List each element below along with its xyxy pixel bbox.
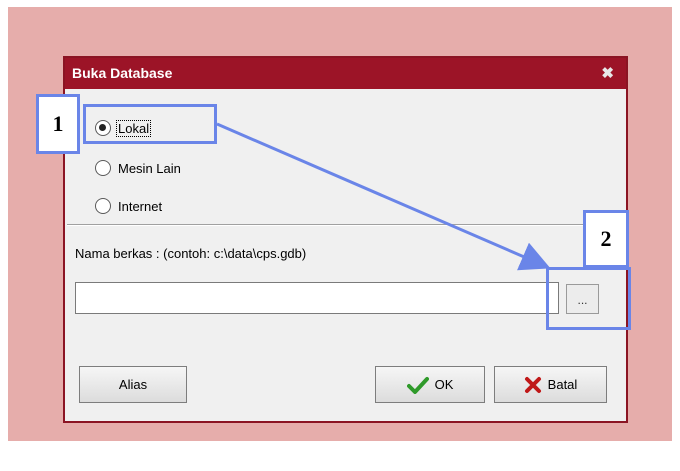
alias-button[interactable]: Alias: [79, 366, 187, 403]
cross-icon: [524, 376, 541, 393]
annotation-number-2: 2: [583, 210, 629, 268]
filename-label: Nama berkas : (contoh: c:\data\cps.gdb): [75, 246, 307, 261]
alias-button-label: Alias: [118, 377, 148, 392]
annotation-number-1: 1: [36, 94, 80, 154]
radio-other-machine[interactable]: Mesin Lain: [95, 157, 182, 179]
radio-internet[interactable]: Internet: [95, 195, 163, 217]
highlight-box-local: [83, 104, 217, 144]
dialog-titlebar: Buka Database ✖: [65, 58, 626, 89]
radio-button-internet[interactable]: [95, 198, 111, 214]
radio-label-internet[interactable]: Internet: [117, 199, 163, 214]
checkmark-icon: [406, 376, 429, 394]
close-icon[interactable]: ✖: [601, 58, 614, 89]
radio-button-other-machine[interactable]: [95, 160, 111, 176]
radio-label-other-machine[interactable]: Mesin Lain: [117, 161, 182, 176]
cancel-button[interactable]: Batal: [494, 366, 607, 403]
highlight-box-browse: [546, 267, 631, 330]
ok-button-label: OK: [434, 377, 454, 392]
ok-button[interactable]: OK: [375, 366, 485, 403]
separator: [67, 224, 624, 226]
dialog-title: Buka Database: [72, 65, 173, 81]
filename-input[interactable]: [75, 282, 559, 314]
cancel-button-label: Batal: [547, 377, 578, 392]
